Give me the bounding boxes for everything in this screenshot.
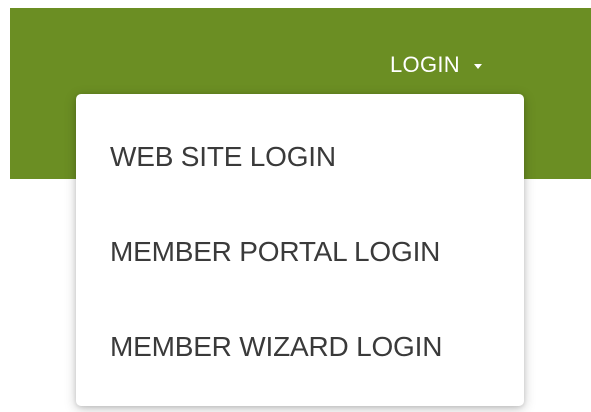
member-wizard-login-item[interactable]: MEMBER WIZARD LOGIN [110, 327, 442, 367]
login-label: LOGIN [390, 52, 460, 77]
login-dropdown-menu: WEB SITE LOGIN MEMBER PORTAL LOGIN MEMBE… [76, 94, 524, 406]
web-site-login-item[interactable]: WEB SITE LOGIN [110, 137, 336, 177]
caret-down-icon [473, 63, 482, 69]
page: LOGIN WEB SITE LOGIN MEMBER PORTAL LOGIN… [0, 0, 591, 412]
member-portal-login-item[interactable]: MEMBER PORTAL LOGIN [110, 232, 440, 272]
login-dropdown-toggle[interactable]: LOGIN [390, 48, 482, 82]
